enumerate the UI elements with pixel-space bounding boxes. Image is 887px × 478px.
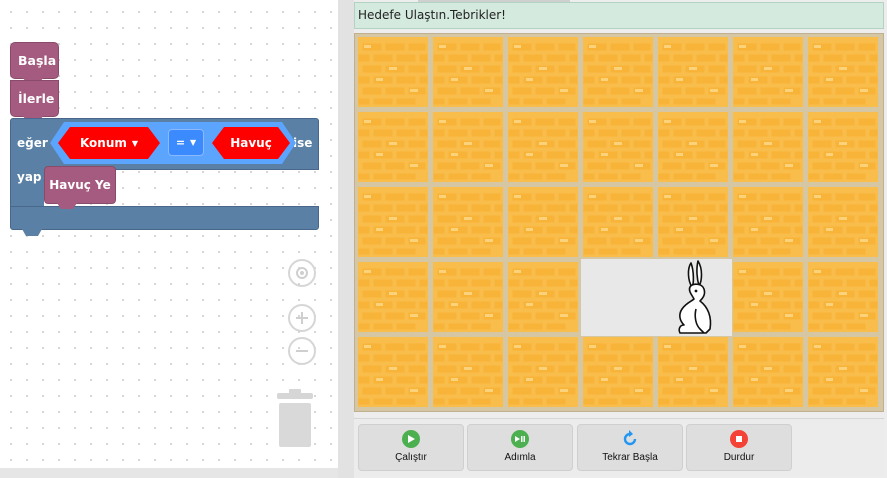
status-message: Hedefe Ulaştın.Tebrikler!: [354, 2, 884, 29]
brick-tile: [658, 112, 728, 182]
step-button-label: Adımla: [504, 452, 536, 463]
position-dropdown-label: Konum: [79, 136, 127, 150]
brick-tile: [658, 187, 728, 257]
brick-tile: [808, 262, 878, 332]
operator-dropdown[interactable]: = ▼: [168, 129, 204, 156]
brick-tile: [358, 37, 428, 107]
brick-tile: [433, 187, 503, 257]
chevron-down-icon: ▼: [190, 138, 197, 147]
zoom-out-icon[interactable]: [288, 337, 316, 365]
brick-tile: [583, 337, 653, 407]
workspace-footer: [0, 468, 338, 478]
chevron-down-icon: ▼: [131, 138, 139, 148]
brick-tile: [583, 187, 653, 257]
run-button[interactable]: Çalıştır: [358, 424, 464, 471]
status-message-text: Hedefe Ulaştın.Tebrikler!: [358, 8, 506, 22]
brick-tile: [808, 112, 878, 182]
reset-button-label: Tekrar Başla: [602, 452, 658, 463]
move-forward-block[interactable]: İlerle: [10, 80, 59, 117]
game-board: [354, 33, 884, 412]
brick-tile: [658, 337, 728, 407]
carrot-value-label: Havuç: [230, 136, 272, 150]
brick-tile: [658, 37, 728, 107]
if-label: eğer: [17, 136, 48, 150]
do-label: yap: [17, 170, 42, 184]
zoom-in-icon[interactable]: [288, 304, 316, 332]
brick-tile: [808, 37, 878, 107]
brick-tile: [358, 112, 428, 182]
step-button[interactable]: Adımla: [467, 424, 573, 471]
brick-tile: [808, 187, 878, 257]
run-button-label: Çalıştır: [395, 452, 427, 463]
eat-carrot-block[interactable]: Havuç Ye: [44, 166, 116, 204]
brick-tile: [433, 112, 503, 182]
brick-tile: [433, 37, 503, 107]
reset-button[interactable]: Tekrar Başla: [577, 424, 683, 471]
position-dropdown[interactable]: Konum ▼: [58, 127, 160, 159]
trash-icon[interactable]: [275, 389, 315, 447]
target-icon[interactable]: [288, 259, 316, 287]
brick-tile: [433, 262, 503, 332]
brick-tile: [733, 262, 803, 332]
brick-tile: [508, 187, 578, 257]
panel-divider: [338, 0, 354, 478]
refresh-icon: [621, 430, 639, 448]
brick-tile: [508, 337, 578, 407]
brick-tile: [433, 337, 503, 407]
carrot-value-block[interactable]: Havuç: [212, 127, 290, 159]
brick-tile: [508, 112, 578, 182]
if-block-notch: [22, 229, 42, 236]
brick-tile: [358, 187, 428, 257]
brick-tile: [583, 112, 653, 182]
operator-label: =: [175, 136, 186, 149]
eat-carrot-label: Havuç Ye: [49, 178, 111, 192]
brick-tile: [733, 337, 803, 407]
brick-tile: [358, 337, 428, 407]
brick-tile: [733, 112, 803, 182]
brick-tile: [358, 262, 428, 332]
brick-tile: [733, 37, 803, 107]
if-block-footer: [10, 206, 319, 230]
stop-button-label: Durdur: [723, 452, 755, 463]
brick-tile: [508, 37, 578, 107]
rabbit-icon: [678, 260, 712, 334]
step-icon: [511, 430, 529, 448]
blockly-workspace[interactable]: Başla İlerle eğer ise yap Konum ▼ = ▼ Ha…: [0, 0, 338, 478]
start-block-label: Başla: [18, 53, 57, 68]
brick-tile: [508, 262, 578, 332]
move-block-label: İlerle: [18, 91, 55, 106]
brick-tile: [733, 187, 803, 257]
stop-icon: [730, 430, 748, 448]
brick-tile: [808, 337, 878, 407]
stop-button[interactable]: Durdur: [686, 424, 792, 471]
start-block[interactable]: Başla: [10, 42, 59, 79]
play-icon: [402, 430, 420, 448]
brick-tile: [583, 37, 653, 107]
